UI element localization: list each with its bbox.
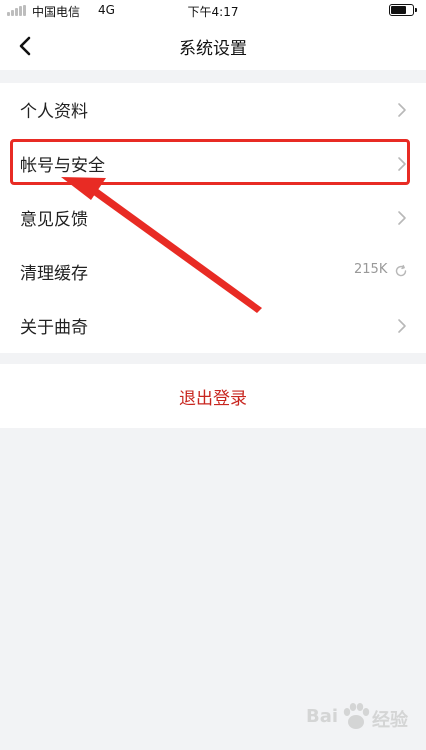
settings-item-feedback[interactable]: 意见反馈 — [0, 191, 426, 245]
watermark-text: 经验 — [372, 710, 408, 731]
settings-item-label: 帐号与安全 — [20, 156, 105, 176]
logout-section: 退出登录 — [0, 364, 426, 428]
chevron-right-icon — [398, 157, 406, 171]
chevron-right-icon — [398, 319, 406, 333]
chevron-right-icon — [398, 103, 406, 117]
settings-item-label: 意见反馈 — [20, 210, 88, 230]
status-bar: 中国电信 4G 下午4:17 — [0, 0, 426, 22]
page-title: 系统设置 — [179, 39, 247, 59]
watermark-text: Bai — [306, 706, 339, 727]
settings-item-clear-cache[interactable]: 清理缓存 215K — [0, 245, 426, 299]
settings-list: 个人资料 帐号与安全 意见反馈 清理缓存 215K 关于曲奇 — [0, 83, 426, 353]
settings-item-account-security[interactable]: 帐号与安全 — [0, 137, 426, 191]
settings-item-label: 个人资料 — [20, 102, 88, 122]
status-time: 下午4:17 — [187, 5, 239, 19]
battery-icon — [389, 4, 417, 16]
settings-item-label: 清理缓存 — [20, 264, 88, 284]
logout-button[interactable]: 退出登录 — [0, 384, 426, 409]
settings-item-about[interactable]: 关于曲奇 — [0, 299, 426, 353]
settings-item-profile[interactable]: 个人资料 — [0, 83, 426, 137]
chevron-right-icon — [398, 211, 406, 225]
settings-item-label: 关于曲奇 — [20, 318, 88, 338]
nav-bar: 系统设置 — [0, 22, 426, 70]
refresh-icon — [395, 264, 407, 277]
watermark: Bai 经验 — [306, 700, 418, 736]
paw-icon — [343, 703, 370, 729]
cache-size-value: 215K — [354, 262, 388, 277]
